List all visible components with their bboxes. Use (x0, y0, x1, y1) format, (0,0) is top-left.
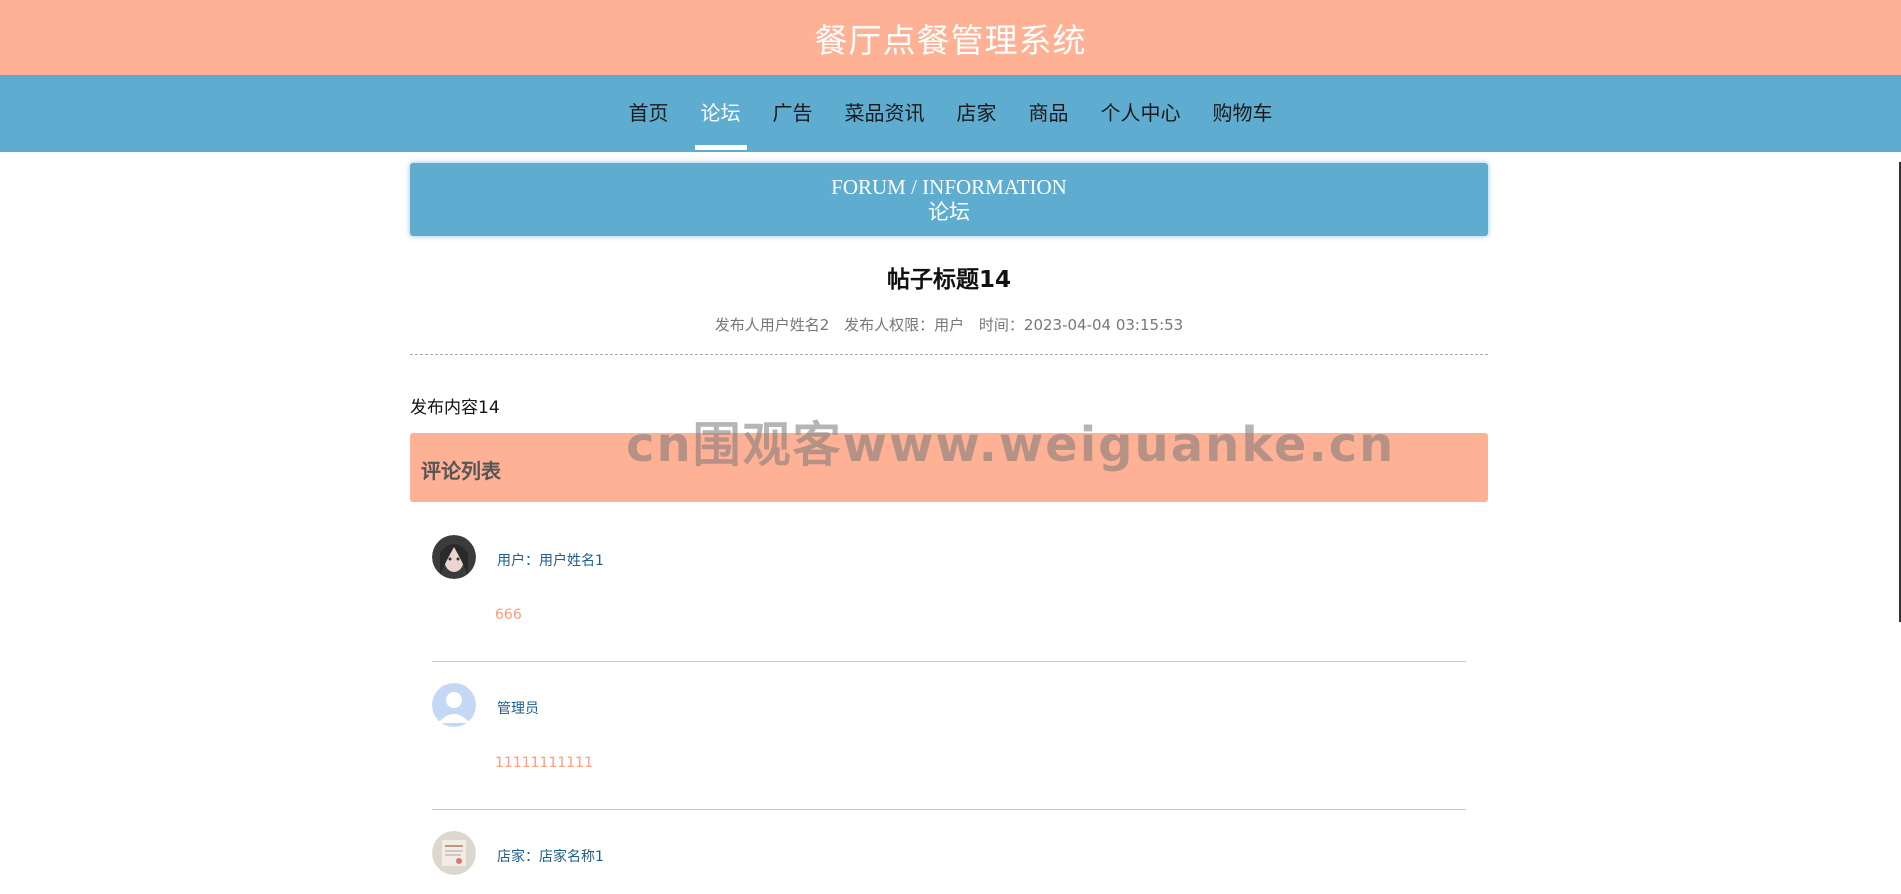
post-content: 发布内容14 (410, 398, 500, 418)
photo-avatar-icon (432, 535, 476, 579)
divider (410, 354, 1488, 355)
nav-cart[interactable]: 购物车 (1197, 75, 1289, 152)
nav-personal-center[interactable]: 个人中心 (1085, 75, 1197, 152)
post-author: 发布人用户姓名2 (714, 316, 830, 334)
nav-home[interactable]: 首页 (613, 75, 685, 152)
comment-user: 用户：用户姓名1 (497, 553, 604, 569)
main-nav: 首页 论坛 广告 菜品资讯 店家 商品 个人中心 购物车 (0, 75, 1901, 152)
comment-divider (432, 661, 1466, 662)
nav-products[interactable]: 商品 (1013, 75, 1085, 152)
nav-dish-news[interactable]: 菜品资讯 (829, 75, 941, 152)
nav-ads[interactable]: 广告 (757, 75, 829, 152)
post-role: 发布人权限：用户 (844, 316, 965, 334)
comment-text: 11111111111 (495, 755, 593, 771)
post-meta: 发布人用户姓名2 发布人权限：用户 时间：2023-04-04 03:15:53 (410, 314, 1488, 335)
comment-user: 店家：店家名称1 (497, 849, 604, 865)
nav-shops[interactable]: 店家 (941, 75, 1013, 152)
banner-english-title: FORUM / INFORMATION (831, 175, 1067, 199)
site-header: 餐厅点餐管理系统 (0, 0, 1901, 75)
section-banner: FORUM / INFORMATION 论坛 (410, 163, 1488, 236)
default-user-avatar-icon (432, 683, 476, 727)
page: 餐厅点餐管理系统 首页 论坛 广告 菜品资讯 店家 商品 个人中心 购物车 FO… (0, 0, 1901, 894)
certificate-avatar-icon (432, 831, 476, 875)
banner-chinese-title: 论坛 (928, 200, 970, 224)
post-title: 帖子标题14 (886, 267, 1011, 293)
comment-user: 管理员 (497, 701, 539, 717)
comment-text: 666 (495, 607, 522, 623)
nav-forum[interactable]: 论坛 (685, 75, 757, 152)
comment-divider (432, 809, 1466, 810)
site-title: 餐厅点餐管理系统 (814, 20, 1087, 60)
post-time: 时间：2023-04-04 03:15:53 (978, 316, 1184, 334)
comments-header-label: 评论列表 (421, 459, 501, 483)
comments-header: 评论列表 (410, 433, 1488, 502)
